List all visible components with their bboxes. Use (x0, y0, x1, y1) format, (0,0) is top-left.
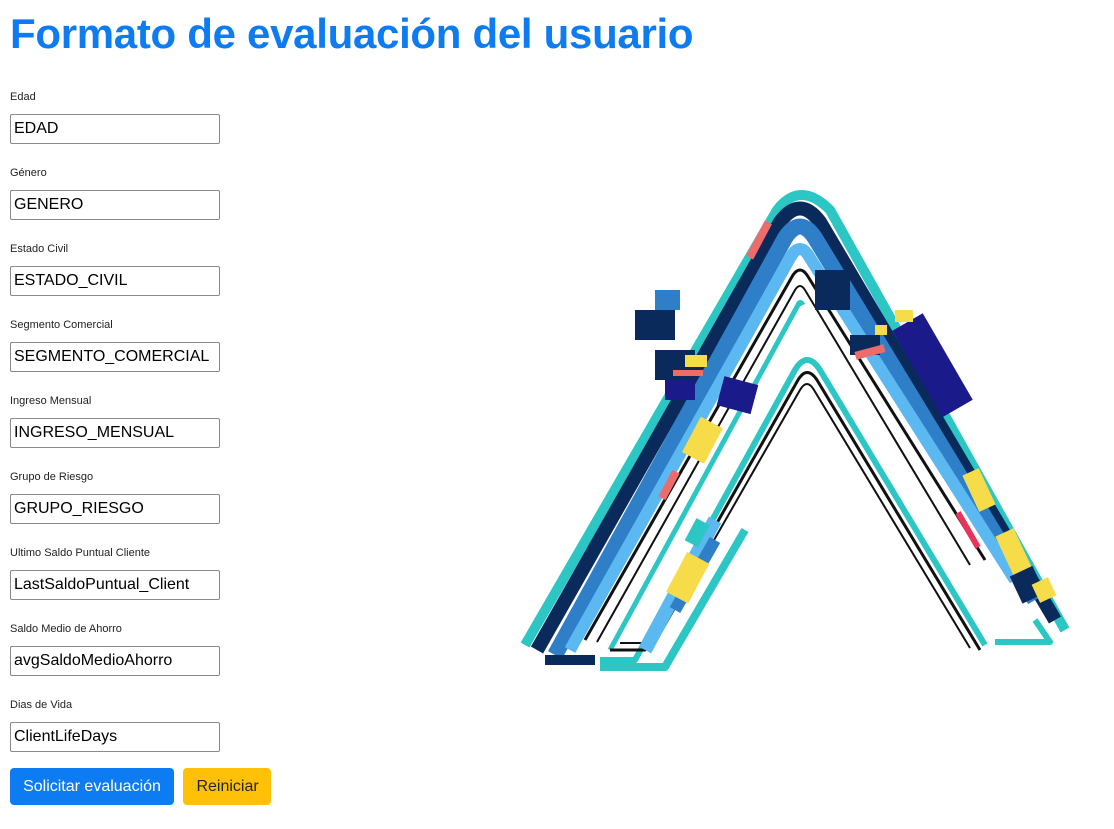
field-label-dias-vida: Dias de Vida (10, 699, 73, 711)
field-saldo-medio: Saldo Medio de Ahorro (10, 622, 310, 698)
genero-input[interactable] (10, 190, 220, 220)
reset-button[interactable]: Reiniciar (183, 768, 272, 805)
field-label-saldo-medio: Saldo Medio de Ahorro (10, 623, 122, 635)
ultimo-saldo-input[interactable] (10, 570, 220, 600)
page-title: Formato de evaluación del usuario (10, 10, 694, 57)
form-actions: Solicitar evaluación Reiniciar (10, 768, 272, 805)
field-label-grupo-riesgo: Grupo de Riesgo (10, 471, 94, 483)
field-label-estado-civil: Estado Civil (10, 243, 69, 255)
field-label-segmento-comercial: Segmento Comercial (10, 319, 113, 331)
estado-civil-input[interactable] (10, 266, 220, 296)
field-ingreso-mensual: Ingreso Mensual (10, 394, 310, 470)
field-grupo-riesgo: Grupo de Riesgo (10, 470, 310, 546)
evaluation-page: Formato de evaluación del usuario Edad G… (0, 0, 1114, 829)
field-ultimo-saldo: Ultimo Saldo Puntual Cliente (10, 546, 310, 622)
grupo-riesgo-input[interactable] (10, 494, 220, 524)
field-segmento-comercial: Segmento Comercial (10, 318, 310, 394)
evaluation-form: Edad Género Estado Civil Segmento Comerc… (10, 90, 310, 774)
abstract-a-logo-icon (520, 190, 1070, 671)
ingreso-mensual-input[interactable] (10, 418, 220, 448)
field-label-ingreso-mensual: Ingreso Mensual (10, 395, 92, 407)
edad-input[interactable] (10, 114, 220, 144)
field-label-ultimo-saldo: Ultimo Saldo Puntual Cliente (10, 547, 151, 559)
field-genero: Género (10, 166, 310, 242)
field-dias-vida: Dias de Vida (10, 698, 310, 774)
field-estado-civil: Estado Civil (10, 242, 310, 318)
saldo-medio-input[interactable] (10, 646, 220, 676)
field-label-genero: Género (10, 167, 47, 179)
dias-vida-input[interactable] (10, 722, 220, 752)
field-edad: Edad (10, 90, 310, 166)
segmento-comercial-input[interactable] (10, 342, 220, 372)
submit-evaluation-button[interactable]: Solicitar evaluación (10, 768, 174, 805)
field-label-edad: Edad (10, 91, 36, 103)
